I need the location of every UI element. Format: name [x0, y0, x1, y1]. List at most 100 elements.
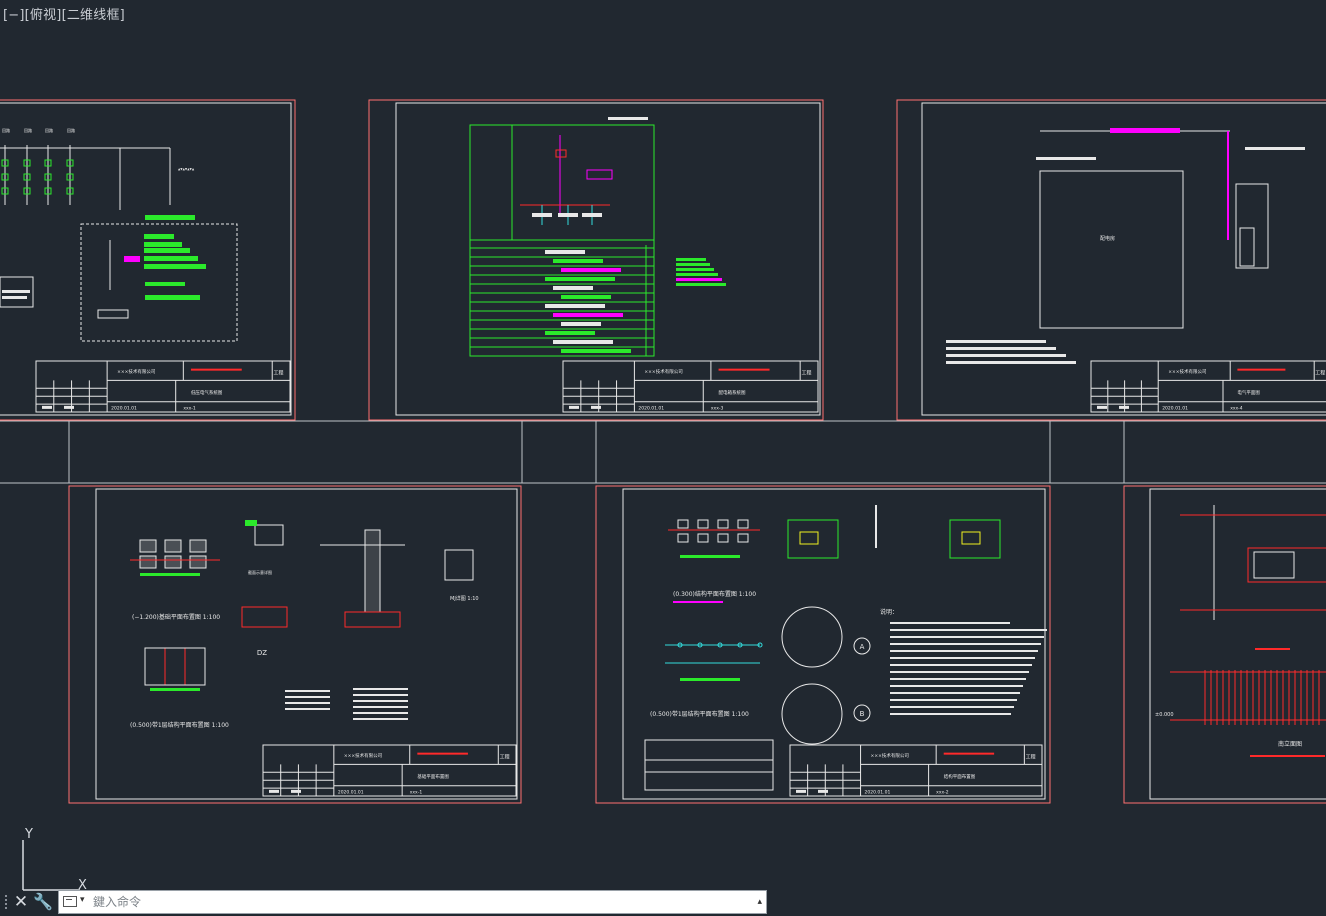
- title-block-date: 2020.01.01: [638, 405, 664, 411]
- title-block: ×××技术有限公司 工程低压电气系统图 2020.01.01 xxx-1: [35, 360, 291, 413]
- green-label: [145, 295, 200, 300]
- detail-caption: 截面示意详图: [248, 569, 272, 575]
- title-block-red-mark: [417, 752, 468, 755]
- green-label: [144, 256, 198, 261]
- command-input-field[interactable]: ▾ ▴: [58, 890, 767, 914]
- title-block-fill: [1097, 405, 1107, 409]
- title-block-sheet-title: 基础平面布置图: [417, 773, 449, 780]
- note-line: [890, 636, 1044, 638]
- connection-detail: [949, 519, 1001, 559]
- note-line: [676, 263, 710, 266]
- sheet-distribution-box: ×××技术有限公司 工程配电箱系统图 2020.01.01 xxx-3: [368, 99, 824, 421]
- column-grid-cell: [717, 519, 729, 529]
- mj-detail: [444, 549, 474, 581]
- plan-title: (0.300)结构平面布置图 1:100: [673, 590, 756, 598]
- note-line: [353, 706, 408, 708]
- title-block-fill: [269, 789, 279, 793]
- dimension-bar: [140, 573, 200, 576]
- sheet-elevation: ±0.000 南立面图: [1123, 485, 1326, 804]
- title-block-sheet-number: xxx-2: [936, 789, 949, 795]
- title-block-date: 2020.01.01: [865, 789, 891, 795]
- footing-block: [189, 539, 207, 553]
- command-line-grip[interactable]: [4, 893, 8, 911]
- command-prompt-icon[interactable]: [63, 896, 77, 907]
- note-line: [890, 671, 1029, 673]
- table-cell-fill: [553, 259, 603, 263]
- column-section: [364, 529, 381, 613]
- table-cell-fill: [561, 268, 621, 272]
- sheet-inner-frame: [1149, 488, 1326, 800]
- circuit-label: 回路: [67, 127, 75, 133]
- joint-detail-b: [781, 683, 843, 745]
- note-line: [676, 278, 722, 281]
- chevron-up-icon[interactable]: ▴: [757, 897, 762, 907]
- title-block-company: ×××技术有限公司: [117, 368, 155, 375]
- title-block: ×××技术有限公司 工程电气平面图 2020.01.01 xxx-4: [1090, 360, 1326, 413]
- title-block-red-mark: [1237, 368, 1286, 371]
- note-line: [890, 699, 1017, 701]
- title-block-fill: [1119, 405, 1129, 409]
- dimension-bar: [680, 678, 740, 681]
- legend-fill: [2, 290, 30, 293]
- notes-title: 说明：: [880, 608, 898, 616]
- drawing-canvas[interactable]: 回路 回路 回路 回路▲▼▲▼▲▼▲×××技术有限公司 工程低压电气系统图2020.01…: [0, 0, 1326, 916]
- title-block-red-mark: [943, 752, 995, 755]
- mj-caption: MJ详图 1:10: [450, 595, 479, 602]
- wrench-icon[interactable]: 🔧: [33, 891, 53, 913]
- magenta-cable: [1110, 128, 1180, 133]
- title-block-project: 工程: [1026, 753, 1036, 760]
- title-block: ×××技术有限公司 工程结构平面布置图 2020.01.01 xxx-2: [789, 744, 1043, 797]
- title-block-sheet-title: 电气平面图: [1237, 389, 1260, 396]
- column-grid-cell: [677, 519, 689, 529]
- red-note: [1250, 755, 1325, 757]
- cabinet-inner: [1239, 227, 1255, 267]
- note-line: [353, 700, 408, 702]
- title-block-fill: [291, 789, 301, 793]
- column-grid-cell: [697, 533, 709, 543]
- note-line: [285, 702, 330, 704]
- note-line: [353, 694, 408, 696]
- sheet-electrical-plan: 配电房 ×××技术有限公司 工程电气平面图 2020.01.01 xxx-4: [896, 99, 1326, 421]
- dimension-bar: [150, 688, 200, 691]
- circuit-label: 回路: [45, 127, 53, 133]
- command-input[interactable]: [93, 893, 723, 911]
- column-grid-cell: [737, 533, 749, 543]
- note-line: [353, 712, 408, 714]
- title-block-sheet-title: 结构平面布置图: [944, 773, 976, 780]
- circuit-label: 回路: [2, 127, 10, 133]
- title-block-sheet-title: 配电箱系统图: [719, 389, 746, 396]
- note-line: [946, 347, 1056, 350]
- close-icon[interactable]: ✕: [11, 891, 31, 913]
- note-line: [890, 713, 1011, 715]
- column-grid-cell: [717, 533, 729, 543]
- column-grid-cell: [737, 519, 749, 529]
- table-cell-fill: [561, 349, 631, 353]
- model-space: 回路 回路 回路 回路▲▼▲▼▲▼▲×××技术有限公司 工程低压电气系统图2020.01…: [0, 99, 1326, 804]
- cabinet-outline: [1235, 183, 1269, 269]
- cable-label: [1245, 147, 1305, 150]
- title-block-project: 工程: [1315, 369, 1325, 376]
- note-line: [946, 354, 1066, 357]
- title-block-fill: [569, 405, 579, 409]
- title-block-sheet-number: xxx-4: [1230, 405, 1243, 411]
- note-line: [890, 643, 1041, 645]
- table-cell-fill: [553, 313, 623, 317]
- elevation-mark: ±0.000: [1155, 712, 1174, 718]
- title-block-project: 工程: [500, 753, 510, 760]
- anchor-plate: [961, 531, 981, 545]
- sheet-inner-frame: [395, 102, 821, 416]
- note-line: [946, 361, 1076, 364]
- note-line: [890, 678, 1026, 680]
- title-block-project: 工程: [274, 369, 284, 376]
- chevron-down-icon[interactable]: ▾: [80, 895, 85, 905]
- plan-title: (−1.200)基础平面布置图 1:100: [132, 613, 220, 621]
- joint-detail-a: [781, 606, 843, 668]
- green-label: [144, 248, 190, 253]
- title-block-project: 工程: [802, 369, 812, 376]
- title-block-company: ×××技术有限公司: [871, 752, 909, 759]
- note-line: [285, 696, 330, 698]
- footing-block: [164, 555, 182, 569]
- title-block-fill: [591, 405, 601, 409]
- bubble-a-label: A: [860, 643, 865, 651]
- title-block-company: ×××技术有限公司: [1168, 368, 1206, 375]
